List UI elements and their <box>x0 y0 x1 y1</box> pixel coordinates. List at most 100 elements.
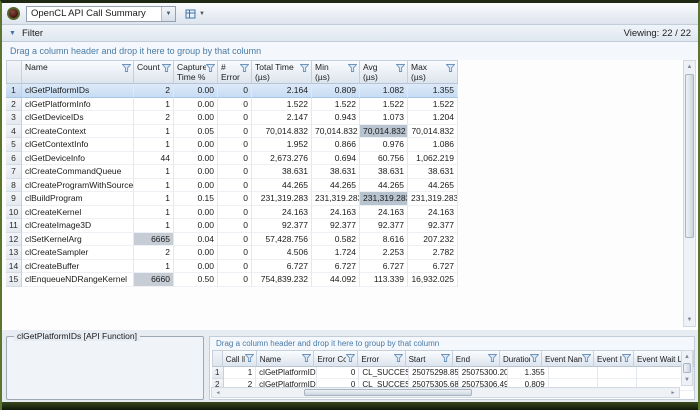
filter-icon[interactable] <box>396 64 405 72</box>
session-record-icon <box>7 7 20 20</box>
column-header-event-name[interactable]: Event Name <box>542 350 594 367</box>
row-number-cell: 10 <box>6 206 22 220</box>
table-row[interactable]: 6clGetDeviceInfo440.0002,673.2760.69460.… <box>6 152 458 166</box>
view-selector-value: OpenCL API Call Summary <box>31 8 146 19</box>
data-cell: clGetPlatformIDs <box>256 367 317 379</box>
table-row[interactable]: 2clGetPlatformInfo10.0001.5221.5221.5221… <box>6 98 458 112</box>
table-row[interactable]: 8clCreateProgramWithSource10.00044.26544… <box>6 179 458 193</box>
filter-icon[interactable] <box>300 64 309 72</box>
scroll-right-arrow[interactable]: ► <box>667 388 679 397</box>
filter-icon[interactable] <box>394 354 403 362</box>
filter-icon[interactable] <box>245 354 254 362</box>
data-cell: 1 <box>134 179 174 193</box>
view-options-button[interactable]: ▼ <box>182 7 208 21</box>
filter-icon[interactable] <box>622 354 631 362</box>
filter-icon[interactable] <box>441 354 450 362</box>
filter-icon[interactable] <box>348 64 357 72</box>
table-row[interactable]: 3clGetDeviceIDs20.0002.1470.9431.0731.20… <box>6 111 458 125</box>
data-cell: 0.582 <box>312 233 360 247</box>
data-cell: 44.265 <box>252 179 312 193</box>
scroll-thumb[interactable] <box>304 389 472 396</box>
column-header-unit: Time % <box>177 73 206 83</box>
data-cell: CL_SUCCESS <box>359 367 409 379</box>
group-by-hint: Drag a column header and drop it here to… <box>2 42 698 60</box>
filter-icon[interactable] <box>488 354 497 362</box>
scroll-up-arrow[interactable]: ▲ <box>684 61 695 73</box>
column-header-error[interactable]: Error <box>358 350 405 367</box>
data-cell: clSetKernelArg <box>22 233 134 247</box>
column-header-capture[interactable]: CaptureTime % <box>174 60 218 84</box>
data-cell: clCreateKernel <box>22 206 134 220</box>
data-cell: clCreateContext <box>22 125 134 139</box>
table-row[interactable]: 12clSetKernelArg66650.04057,428.7560.582… <box>6 233 458 247</box>
scroll-down-arrow[interactable]: ▼ <box>682 374 692 385</box>
column-header-count[interactable]: Count <box>134 60 174 84</box>
vertical-scrollbar[interactable]: ▲ ▼ <box>681 350 693 386</box>
column-header-unit: (µs) <box>363 73 396 83</box>
table-row[interactable]: 14clCreateBuffer10.0006.7276.7276.7276.7… <box>6 260 458 274</box>
scroll-up-arrow[interactable]: ▲ <box>682 351 692 362</box>
table-row[interactable]: 10clCreateKernel10.00024.16324.16324.163… <box>6 206 458 220</box>
table-row[interactable]: 9clBuildProgram10.150231,319.283231,319.… <box>6 192 458 206</box>
chevron-down-icon[interactable]: ▼ <box>161 7 175 21</box>
column-header-total-time[interactable]: Total Time(µs) <box>252 60 312 84</box>
table-row[interactable]: 4clCreateContext10.05070,014.83270,014.8… <box>6 125 458 139</box>
data-cell: 1 <box>134 206 174 220</box>
data-cell: 1.522 <box>252 98 312 112</box>
column-header-name[interactable]: Name <box>22 60 134 84</box>
row-number-cell: 6 <box>6 152 22 166</box>
filter-icon[interactable] <box>240 64 249 72</box>
data-cell: 44 <box>134 152 174 166</box>
data-cell: 0 <box>218 206 252 220</box>
column-header-error-code[interactable]: Error Code <box>314 350 358 367</box>
data-cell: 0 <box>218 233 252 247</box>
scroll-left-arrow[interactable]: ◄ <box>212 388 224 397</box>
scroll-thumb[interactable] <box>683 363 691 373</box>
data-cell: 2.782 <box>408 246 458 260</box>
column-header-start[interactable]: Start <box>406 350 453 367</box>
data-cell: clCreateCommandQueue <box>22 165 134 179</box>
filter-icon[interactable] <box>346 354 355 362</box>
data-cell: 113.339 <box>360 273 408 287</box>
vertical-scrollbar[interactable]: ▲ ▼ <box>683 60 696 327</box>
table-row[interactable]: 7clCreateCommandQueue10.00038.63138.6313… <box>6 165 458 179</box>
scroll-track[interactable] <box>224 388 667 397</box>
table-row[interactable]: 15clEnqueueNDRangeKernel66600.500754,839… <box>6 273 458 287</box>
data-cell <box>549 367 599 379</box>
grid-corner-cell <box>6 60 22 84</box>
data-cell: 0.00 <box>174 206 218 220</box>
column-header-event-id[interactable]: Event ID <box>594 350 634 367</box>
column-header-end[interactable]: End <box>453 350 500 367</box>
scroll-thumb[interactable] <box>685 74 694 238</box>
filter-icon[interactable] <box>162 64 171 72</box>
column-header-duration[interactable]: Duration <box>500 350 542 367</box>
scroll-down-arrow[interactable]: ▼ <box>684 314 695 326</box>
column-header-name[interactable]: Name <box>257 350 315 367</box>
data-cell: 0.00 <box>174 246 218 260</box>
filter-icon[interactable] <box>530 354 539 362</box>
data-cell: 6.727 <box>360 260 408 274</box>
data-cell: 0.05 <box>174 125 218 139</box>
view-selector-dropdown[interactable]: OpenCL API Call Summary ▼ <box>26 6 176 22</box>
row-number-cell: 12 <box>6 233 22 247</box>
table-row[interactable]: 11clGetPlatformIDs0CL_SUCCESS25075298.85… <box>212 367 694 379</box>
data-cell: 0.00 <box>174 138 218 152</box>
table-row[interactable]: 13clCreateSampler20.0004.5061.7242.2532.… <box>6 246 458 260</box>
filter-icon[interactable] <box>582 354 591 362</box>
column-header-max[interactable]: Max(µs) <box>408 60 458 84</box>
column-header-min[interactable]: Min(µs) <box>312 60 360 84</box>
column-header-avg[interactable]: Avg(µs) <box>360 60 408 84</box>
collapse-chevron-icon[interactable]: ▼ <box>9 30 16 37</box>
horizontal-scrollbar[interactable]: ◄ ► <box>211 387 680 398</box>
column-header-label: Name <box>25 63 122 73</box>
table-row[interactable]: 11clCreateImage3D10.00092.37792.37792.37… <box>6 219 458 233</box>
column-header-call-id[interactable]: Call ID <box>223 350 257 367</box>
filter-icon[interactable] <box>122 64 131 72</box>
filter-icon[interactable] <box>206 64 215 72</box>
data-cell: 1 <box>134 138 174 152</box>
table-row[interactable]: 1clGetPlatformIDs20.0002.1640.8091.0821.… <box>6 84 458 98</box>
column-header-col[interactable]: #Errors <box>218 60 252 84</box>
filter-icon[interactable] <box>446 64 455 72</box>
filter-icon[interactable] <box>302 354 311 362</box>
table-row[interactable]: 5clGetContextInfo10.0001.9520.8660.9761.… <box>6 138 458 152</box>
